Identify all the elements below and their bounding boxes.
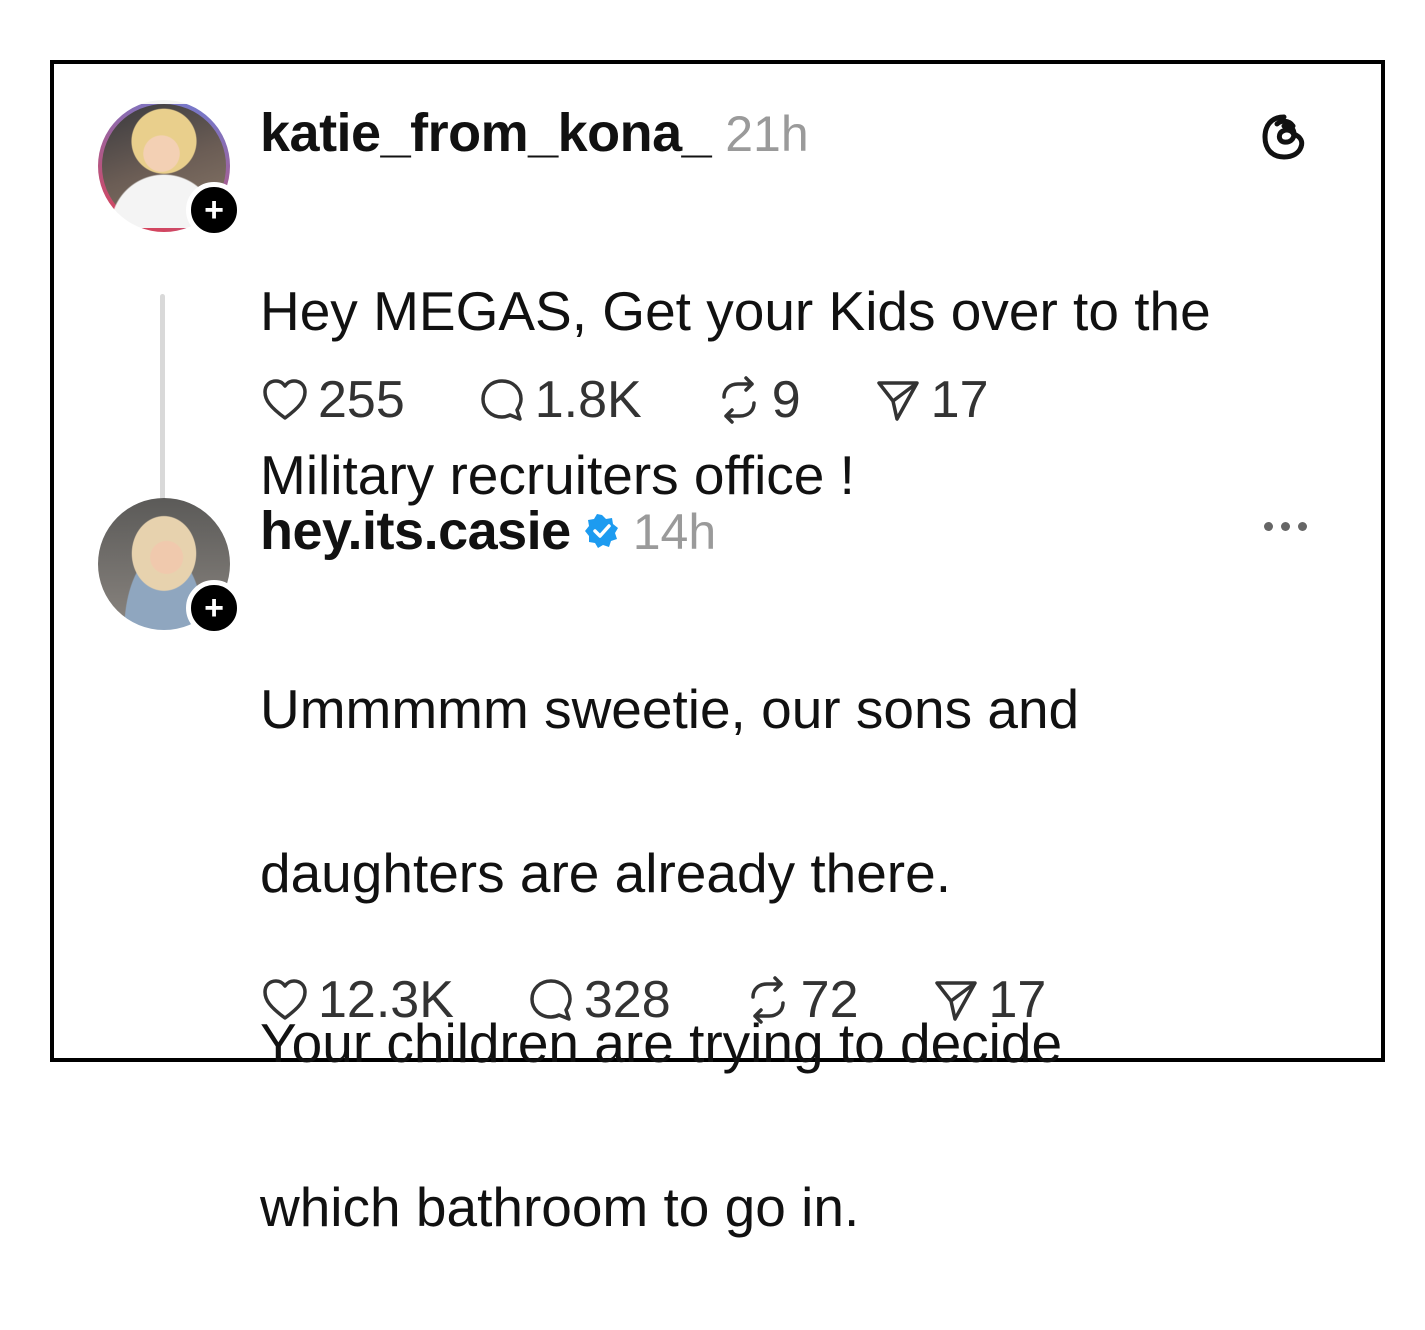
reply-count: 1.8K xyxy=(534,371,642,429)
username[interactable]: hey.its.casie xyxy=(260,500,571,562)
post-text-line: Hey MEGAS, Get your Kids over to the xyxy=(260,280,1211,342)
reply-button[interactable]: 328 xyxy=(526,970,671,1030)
follow-plus-icon[interactable]: + xyxy=(186,580,242,636)
repost-count: 72 xyxy=(800,971,859,1029)
timestamp: 21h xyxy=(725,106,809,162)
post-text-line: Ummmmm sweetie, our sons and xyxy=(260,678,1080,740)
like-button[interactable]: 12.3K xyxy=(260,970,454,1030)
heart-icon xyxy=(263,379,307,420)
follow-plus-icon[interactable]: + xyxy=(186,182,242,238)
send-icon xyxy=(876,381,919,421)
post-header: katie_from_kona_ 21h xyxy=(260,102,809,164)
heart-icon xyxy=(263,979,307,1020)
post-body: Ummmmm sweetie, our sons and daughters a… xyxy=(260,586,1340,1330)
share-count: 17 xyxy=(988,971,1047,1029)
action-bar: 12.3K 328 72 17 xyxy=(260,970,1118,1030)
post-text-line: which bathroom to go in. xyxy=(260,1176,860,1238)
action-bar: 255 1.8K 9 17 xyxy=(260,370,1061,430)
share-button[interactable]: 17 xyxy=(931,970,1047,1030)
timestamp: 14h xyxy=(632,504,717,560)
like-button[interactable]: 255 xyxy=(260,370,405,430)
post-text-line: daughters are already there. xyxy=(260,842,951,904)
reply-count: 328 xyxy=(583,971,671,1029)
send-icon xyxy=(934,981,977,1021)
share-button[interactable]: 17 xyxy=(873,370,989,430)
thread-connector-line xyxy=(160,294,165,502)
like-count: 12.3K xyxy=(318,971,454,1029)
comment-icon xyxy=(530,979,572,1021)
repost-button[interactable]: 72 xyxy=(743,970,859,1030)
like-count: 255 xyxy=(318,371,405,429)
share-count: 17 xyxy=(930,371,989,429)
repost-button[interactable]: 9 xyxy=(714,370,801,430)
more-options-icon[interactable] xyxy=(1264,522,1307,531)
verified-badge-icon xyxy=(584,514,618,548)
repost-count: 9 xyxy=(771,371,801,429)
post-header: hey.its.casie 14h xyxy=(260,500,716,562)
repost-icon xyxy=(750,976,785,1024)
comment-icon xyxy=(481,379,523,421)
reply-button[interactable]: 1.8K xyxy=(477,370,642,430)
threads-logo-icon xyxy=(1262,114,1305,160)
screenshot-frame: + katie_from_kona_ 21h Hey MEGAS, Get yo… xyxy=(50,60,1385,1238)
username[interactable]: katie_from_kona_ xyxy=(260,102,712,164)
repost-icon xyxy=(722,376,756,424)
